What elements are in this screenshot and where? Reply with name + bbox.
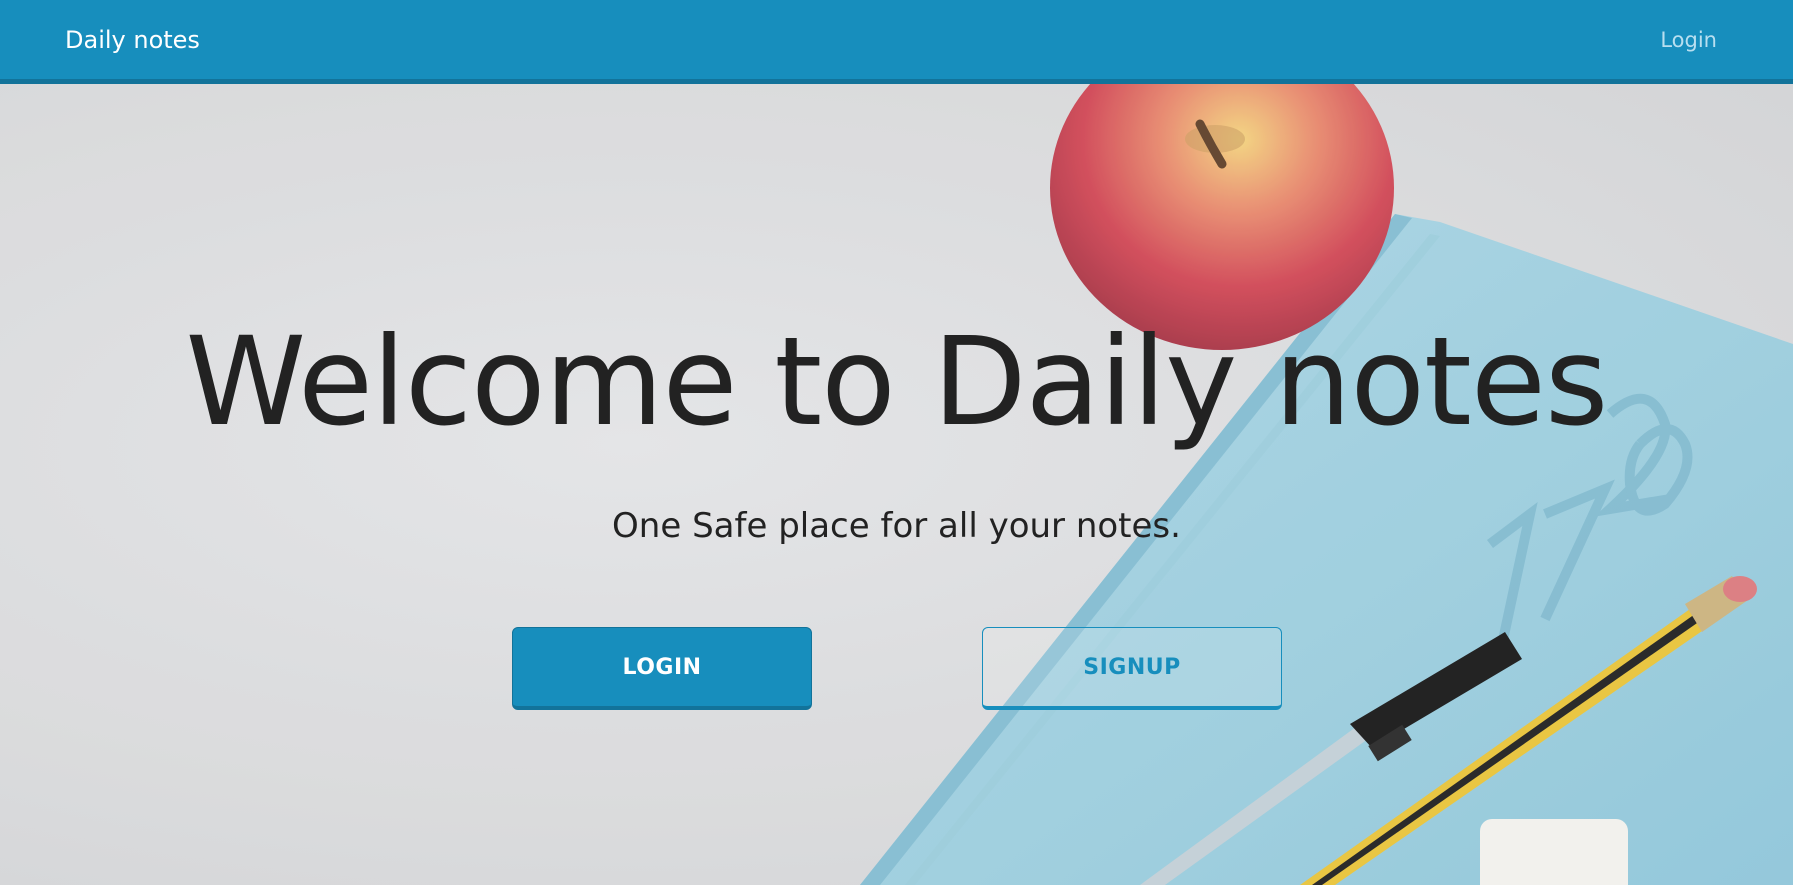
login-button[interactable]: LOGIN [512, 627, 812, 710]
brand-link[interactable]: Daily notes [65, 26, 200, 54]
hero-section: Welcome to Daily notes One Safe place fo… [0, 84, 1793, 885]
hero-subtitle: One Safe place for all your notes. [612, 506, 1181, 546]
nav-login-link[interactable]: Login [1660, 28, 1717, 52]
hero-content: Welcome to Daily notes One Safe place fo… [0, 84, 1793, 885]
signup-button[interactable]: SIGNUP [982, 627, 1282, 710]
hero-title: Welcome to Daily notes [185, 311, 1609, 453]
top-navbar: Daily notes Login [0, 0, 1793, 84]
